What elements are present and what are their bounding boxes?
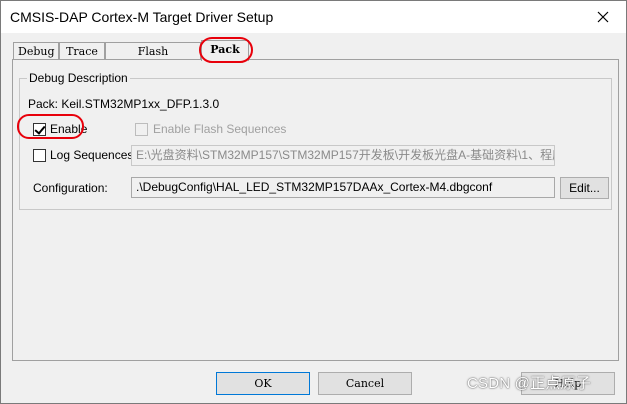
configuration-label: Configuration:	[33, 181, 108, 195]
tab-flash-download[interactable]: Flash Download	[105, 42, 201, 75]
close-button[interactable]	[580, 1, 626, 32]
pack-name: Pack: Keil.STM32MP1xx_DFP.1.3.0	[28, 97, 220, 111]
dialog-window: CMSIS-DAP Cortex-M Target Driver Setup D…	[0, 0, 627, 404]
pack-tab-panel: Debug Description Pack: Keil.STM32MP1xx_…	[12, 59, 619, 361]
debug-description-group: Debug Description Pack: Keil.STM32MP1xx_…	[19, 71, 612, 210]
window-title: CMSIS-DAP Cortex-M Target Driver Setup	[10, 9, 274, 25]
close-icon	[597, 11, 609, 22]
log-sequences-checkbox[interactable]	[33, 149, 46, 162]
log-sequences-label: Log Sequences:	[50, 148, 137, 162]
cancel-button[interactable]: Cancel	[318, 372, 412, 395]
enable-flash-sequences-label: Enable Flash Sequences	[153, 122, 287, 136]
tab-debug[interactable]: Debug	[13, 42, 59, 60]
annotation-circle-pack-tab	[199, 37, 253, 63]
log-sequences-path-field[interactable]: E:\光盘资料\STM32MP157\STM32MP157开发板\开发板光盘A-…	[131, 145, 555, 166]
edit-button[interactable]: Edit...	[560, 177, 609, 199]
tab-strip: Debug Trace Flash Download Pack	[13, 40, 613, 75]
enable-flash-sequences-checkbox[interactable]	[135, 123, 148, 136]
annotation-circle-enable	[17, 114, 84, 139]
ok-button[interactable]: OK	[216, 372, 310, 395]
title-bar: CMSIS-DAP Cortex-M Target Driver Setup	[1, 1, 626, 33]
group-title: Debug Description	[27, 71, 130, 85]
tab-trace[interactable]: Trace	[59, 42, 105, 60]
configuration-field[interactable]: .\DebugConfig\HAL_LED_STM32MP157DAAx_Cor…	[131, 177, 555, 198]
csdn-watermark: CSDN @正点原子	[467, 375, 591, 392]
